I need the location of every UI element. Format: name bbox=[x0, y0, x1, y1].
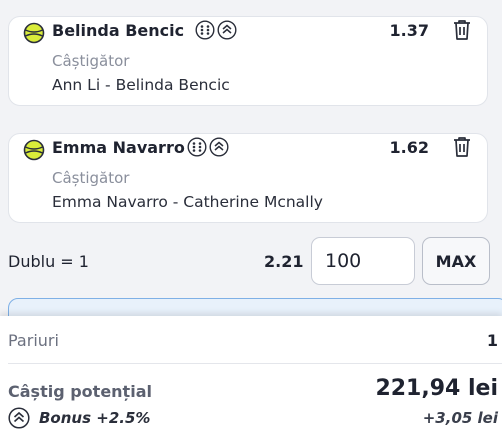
badge-group bbox=[195, 20, 237, 40]
potential-win-value: 221,94 lei bbox=[375, 376, 498, 401]
bet-selection-card: Emma Navarro 1.62 Câștigător Emma Navarr… bbox=[8, 133, 488, 223]
market-name: Câștigător bbox=[52, 52, 130, 70]
bet-selection-card: Belinda Bencic 1.37 Câștigător Ann Li - … bbox=[8, 16, 488, 106]
divider bbox=[8, 363, 502, 364]
max-stake-button[interactable]: MAX bbox=[422, 237, 490, 285]
player-name: Belinda Bencic bbox=[52, 21, 185, 40]
live-stats-icon bbox=[195, 20, 215, 40]
potential-win-label: Câștig potențial bbox=[8, 382, 152, 401]
bonus-label: Bonus +2.5% bbox=[39, 409, 151, 427]
tennis-ball-icon bbox=[23, 139, 45, 161]
market-name: Câștigător bbox=[52, 169, 130, 187]
combo-label: Dublu = 1 bbox=[8, 252, 89, 271]
bets-label: Pariuri bbox=[8, 331, 59, 350]
tennis-ball-icon bbox=[23, 22, 45, 44]
badge-group bbox=[187, 137, 229, 157]
delete-icon[interactable] bbox=[451, 18, 473, 42]
boost-icon bbox=[217, 20, 237, 40]
boost-icon bbox=[8, 407, 30, 429]
combo-odds: 2.21 bbox=[264, 252, 304, 271]
player-name: Emma Navarro bbox=[52, 138, 185, 157]
boost-icon bbox=[209, 137, 229, 157]
event-name: Emma Navarro - Catherine Mcnally bbox=[52, 193, 323, 211]
event-name: Ann Li - Belinda Bencic bbox=[52, 76, 230, 94]
selection-odds: 1.62 bbox=[389, 138, 429, 157]
live-stats-icon bbox=[187, 137, 207, 157]
stake-input[interactable] bbox=[311, 237, 415, 285]
selection-odds: 1.37 bbox=[389, 21, 429, 40]
bonus-value: +3,05 lei bbox=[422, 409, 498, 427]
delete-icon[interactable] bbox=[451, 135, 473, 159]
bets-count: 1 bbox=[486, 331, 498, 350]
